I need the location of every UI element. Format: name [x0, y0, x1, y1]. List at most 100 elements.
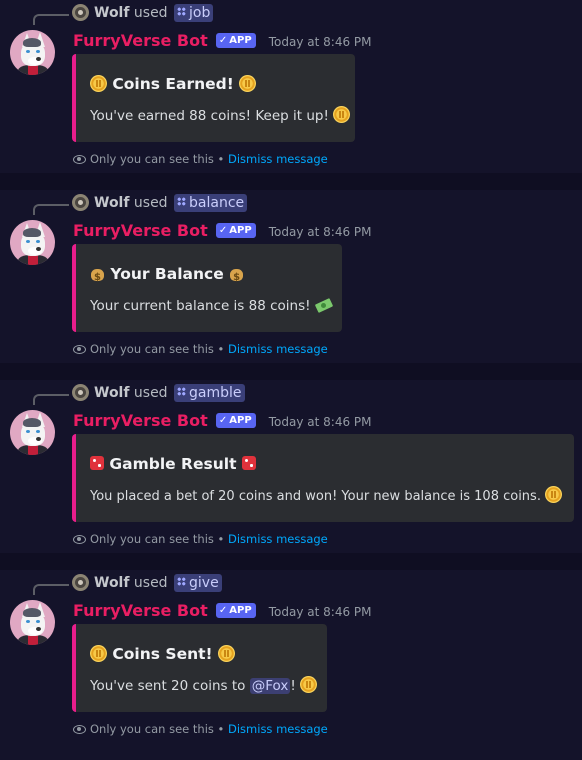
bot-avatar[interactable]: [10, 600, 55, 645]
command-icon: [177, 387, 187, 396]
ephemeral-footer: Only you can see this • Dismiss message: [73, 532, 328, 546]
separator: •: [217, 722, 225, 736]
reply-verb: used: [133, 195, 168, 211]
slash-command-chip[interactable]: give: [174, 574, 222, 592]
ephemeral-footer: Only you can see this • Dismiss message: [73, 152, 328, 166]
slash-command-chip[interactable]: gamble: [174, 384, 245, 402]
embed-description: You placed a bet of 20 coins and won! Yo…: [90, 486, 563, 507]
dismiss-message-link[interactable]: Dismiss message: [228, 532, 328, 546]
coin-icon: [218, 645, 235, 662]
command-icon: [177, 577, 187, 586]
eye-icon: [73, 155, 86, 164]
embed-title-text: Coins Sent!: [112, 645, 213, 663]
verified-check-icon: ✓: [218, 225, 228, 236]
command-reply-context: Wolf used balance: [94, 194, 248, 212]
message-header: FurryVerse Bot ✓ APP Today at 8:46 PM: [73, 600, 372, 622]
bot-name[interactable]: FurryVerse Bot: [73, 221, 208, 240]
coin-icon: [239, 75, 257, 92]
user-mention[interactable]: @Fox: [249, 678, 291, 694]
command-reply-context: Wolf used gamble: [94, 384, 245, 402]
embed-description-text: You placed a bet of 20 coins and won! Yo…: [90, 489, 541, 504]
verified-check-icon: ✓: [218, 35, 228, 46]
timestamp[interactable]: Today at 8:46 PM: [269, 605, 372, 619]
coin-icon: [90, 645, 107, 662]
bot-message: Wolf used give FurryVerse Bot ✓ APP Today…: [0, 570, 582, 760]
eye-icon: [73, 725, 86, 734]
separator: •: [217, 152, 225, 166]
separator: •: [217, 532, 225, 546]
embed-description: Your current balance is 88 coins!: [90, 296, 335, 316]
eye-icon: [73, 535, 86, 544]
app-badge: ✓ APP: [215, 223, 256, 238]
timestamp[interactable]: Today at 8:46 PM: [269, 35, 372, 49]
reply-verb: used: [133, 5, 168, 21]
bot-avatar[interactable]: [10, 410, 55, 455]
reply-connector: [33, 394, 69, 405]
reply-username[interactable]: Wolf: [94, 385, 129, 401]
embed-description: You've sent 20 coins to @Fox!: [90, 676, 318, 696]
reply-username[interactable]: Wolf: [94, 575, 129, 591]
reply-verb: used: [133, 385, 168, 401]
money-bag-icon: [90, 265, 105, 288]
bot-name[interactable]: FurryVerse Bot: [73, 411, 208, 430]
dice-icon: [90, 456, 104, 470]
coin-icon: [333, 106, 351, 123]
reply-user-avatar[interactable]: [72, 384, 89, 401]
timestamp[interactable]: Today at 8:46 PM: [269, 415, 372, 429]
command-name: gamble: [189, 385, 242, 401]
cash-icon: [315, 298, 335, 312]
ephemeral-note: Only you can see this: [90, 152, 214, 166]
ephemeral-footer: Only you can see this • Dismiss message: [73, 722, 328, 736]
reply-connector: [33, 584, 69, 595]
command-reply-context: Wolf used job: [94, 4, 214, 22]
reply-user-avatar[interactable]: [72, 574, 89, 591]
embed: Coins Earned! You've earned 88 coins! Ke…: [72, 54, 355, 142]
ephemeral-note: Only you can see this: [90, 722, 214, 736]
bot-message: Wolf used balance FurryVerse Bot ✓ APP To…: [0, 190, 582, 380]
verified-check-icon: ✓: [218, 415, 228, 426]
slash-command-chip[interactable]: job: [174, 4, 214, 22]
reply-connector: [33, 204, 69, 215]
command-name: balance: [189, 195, 245, 211]
embed-title: Gamble Result: [90, 454, 256, 474]
reply-username[interactable]: Wolf: [94, 195, 129, 211]
bot-message: Wolf used job FurryVerse Bot ✓ APP Today …: [0, 0, 582, 190]
reply-user-avatar[interactable]: [72, 4, 89, 21]
command-name: job: [189, 5, 211, 21]
app-badge: ✓ APP: [215, 33, 256, 48]
embed-title-text: Coins Earned!: [112, 75, 234, 93]
timestamp[interactable]: Today at 8:46 PM: [269, 225, 372, 239]
embed: Gamble Result You placed a bet of 20 coi…: [72, 434, 574, 522]
dismiss-message-link[interactable]: Dismiss message: [228, 722, 328, 736]
command-icon: [177, 197, 187, 206]
embed-title-text: Gamble Result: [109, 455, 237, 473]
command-icon: [177, 7, 187, 16]
reply-username[interactable]: Wolf: [94, 5, 129, 21]
verified-check-icon: ✓: [218, 605, 228, 616]
bot-name[interactable]: FurryVerse Bot: [73, 601, 208, 620]
ephemeral-note: Only you can see this: [90, 342, 214, 356]
dice-icon: [241, 456, 256, 470]
message-header: FurryVerse Bot ✓ APP Today at 8:46 PM: [73, 220, 372, 242]
slash-command-chip[interactable]: balance: [174, 194, 248, 212]
bot-avatar[interactable]: [10, 30, 55, 75]
coin-icon: [545, 486, 563, 503]
embed-description-text: You've earned 88 coins! Keep it up!: [90, 108, 329, 124]
coin-icon: [300, 676, 318, 693]
reply-connector: [33, 14, 69, 25]
bot-message: Wolf used gamble FurryVerse Bot ✓ APP Tod…: [0, 380, 582, 570]
bot-avatar[interactable]: [10, 220, 55, 265]
embed-title: Coins Sent!: [90, 644, 235, 664]
money-bag-icon: [229, 265, 244, 288]
bot-name[interactable]: FurryVerse Bot: [73, 31, 208, 50]
reply-user-avatar[interactable]: [72, 194, 89, 211]
ephemeral-note: Only you can see this: [90, 532, 214, 546]
app-badge: ✓ APP: [215, 413, 256, 428]
embed: Your Balance Your current balance is 88 …: [72, 244, 342, 332]
embed: Coins Sent! You've sent 20 coins to @Fox…: [72, 624, 327, 712]
app-badge: ✓ APP: [215, 603, 256, 618]
embed-description-text: You've sent 20 coins to: [90, 678, 246, 694]
embed-description-suffix: !: [290, 678, 296, 694]
dismiss-message-link[interactable]: Dismiss message: [228, 342, 328, 356]
dismiss-message-link[interactable]: Dismiss message: [228, 152, 328, 166]
